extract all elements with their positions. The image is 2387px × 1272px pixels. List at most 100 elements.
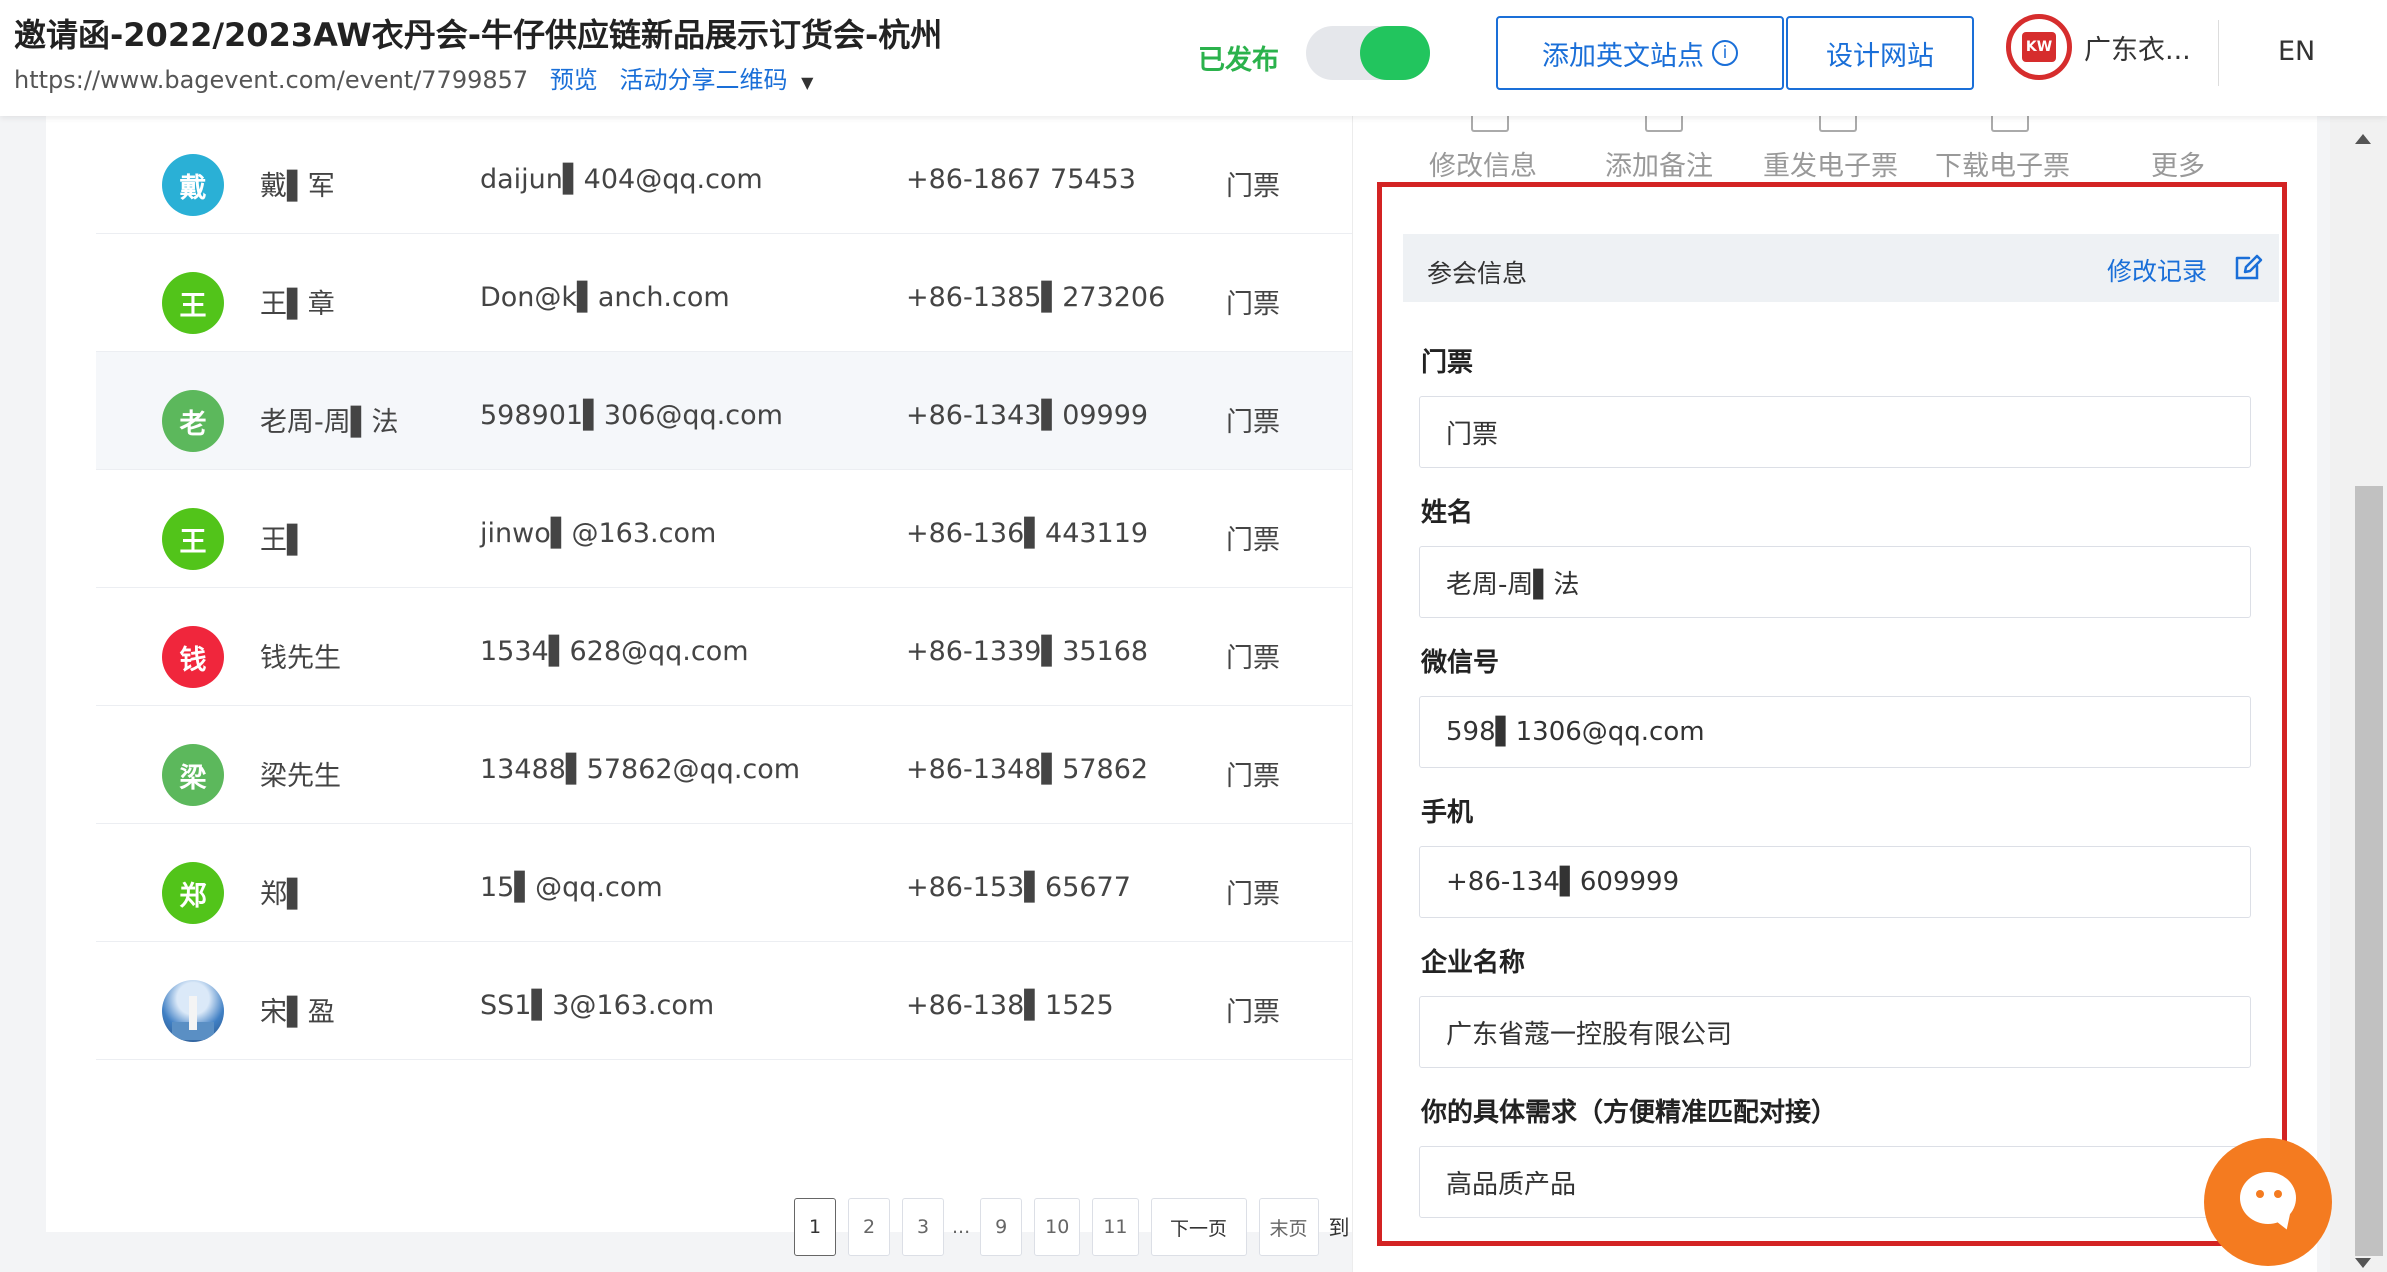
table-row[interactable]: 钱 钱先生 1534▌628@qq.com +86-1339▌35168 门票	[96, 588, 1352, 706]
share-qr-link[interactable]: 活动分享二维码	[619, 66, 787, 94]
preview-link[interactable]: 预览	[550, 66, 598, 94]
attendee-name: 王▌	[260, 525, 308, 556]
pagination-ellipsis: ...	[952, 1216, 971, 1238]
attendee-list: 戴 戴▌军 daijun▌404@qq.com +86-1867 75453 门…	[46, 116, 1352, 1256]
attendee-info-header: 参会信息 修改记录	[1403, 234, 2279, 302]
page-2-button[interactable]: 2	[848, 1198, 890, 1256]
table-row[interactable]: 梁 梁先生 13488▌57862@qq.com +86-1348▌57862 …	[96, 706, 1352, 824]
attendee-ticket: 门票	[1226, 643, 1280, 674]
attendee-phone: +86-1867 75453	[906, 164, 1136, 195]
attendee-ticket: 门票	[1226, 525, 1280, 556]
avatar: 梁	[162, 744, 224, 806]
download-ticket-action[interactable]: 下载电子票	[1935, 144, 2070, 183]
wechat-field[interactable]: 598▌1306@qq.com	[1419, 696, 2251, 768]
avatar: 钱	[162, 626, 224, 688]
scrollbar-thumb[interactable]	[2355, 486, 2383, 1256]
avatar: 戴	[162, 154, 224, 216]
header-divider	[2218, 20, 2219, 86]
attendee-email: daijun▌404@qq.com	[480, 164, 763, 195]
edit-icon[interactable]	[2233, 252, 2263, 282]
name-field[interactable]: 老周-周▌法	[1419, 546, 2251, 618]
attendee-name: 梁先生	[260, 761, 341, 792]
table-row[interactable]: 戴 戴▌军 daijun▌404@qq.com +86-1867 75453 门…	[96, 116, 1352, 234]
chat-icon[interactable]	[2204, 1138, 2332, 1266]
attendee-ticket: 门票	[1226, 171, 1280, 202]
attendee-name: 钱先生	[260, 643, 341, 674]
event-url[interactable]: https://www.bagevent.com/event/7799857	[14, 66, 528, 94]
attendee-detail-panel: 修改信息 添加备注 重发电子票 下载电子票 更多 参会信息 修改记录 门票 门票…	[1352, 112, 2317, 1272]
page-9-button[interactable]: 9	[980, 1198, 1023, 1256]
table-row[interactable]: 郑 郑▌ 15▌@qq.com +86-153▌65677 门票	[96, 824, 1352, 942]
requirement-field[interactable]: 高品质产品	[1419, 1146, 2251, 1218]
attendee-phone: +86-1385▌273206	[906, 282, 1166, 313]
page-1-button[interactable]: 1	[794, 1198, 836, 1256]
more-action[interactable]: 更多	[2151, 144, 2205, 183]
edit-info-action[interactable]: 修改信息	[1429, 144, 1537, 183]
attendee-email: SS1▌3@163.com	[480, 990, 715, 1021]
add-english-site-label: 添加英文站点	[1542, 40, 1704, 72]
org-logo: KW	[2006, 14, 2072, 80]
page-scrollbar[interactable]	[2330, 116, 2387, 1272]
attendee-ticket: 门票	[1226, 761, 1280, 792]
company-field[interactable]: 广东省蔻一控股有限公司	[1419, 996, 2251, 1068]
attendee-name: 王▌章	[260, 289, 335, 320]
attendee-phone: +86-136▌443119	[906, 518, 1149, 549]
goto-page-label: 到	[1328, 1216, 1350, 1240]
add-english-site-button[interactable]: 添加英文站点 i	[1496, 16, 1784, 90]
table-row[interactable]: 王 王▌ jinwo▌@163.com +86-136▌443119 门票	[96, 470, 1352, 588]
caret-down-icon[interactable]: ▼	[801, 73, 813, 92]
avatar: 王	[162, 508, 224, 570]
pagination: 1 2 3 ... 9 10 11 下一页 末页 到	[794, 1198, 1350, 1256]
resend-ticket-action[interactable]: 重发电子票	[1763, 144, 1898, 183]
design-site-button[interactable]: 设计网站	[1786, 16, 1974, 90]
field-label-phone: 手机	[1421, 798, 1474, 828]
org-name: 广东衣...	[2084, 34, 2191, 66]
table-row[interactable]: 王 王▌章 Don@k▌anch.com +86-1385▌273206 门票	[96, 234, 1352, 352]
table-row-selected[interactable]: 老 老周-周▌法 598901▌306@qq.com +86-1343▌0999…	[96, 352, 1352, 470]
event-title: 邀请函-2022/2023AW衣丹会-牛仔供应链新品展示订货会-杭州	[14, 16, 943, 54]
attendee-ticket: 门票	[1226, 289, 1280, 320]
attendee-phone: +86-1348▌57862	[906, 754, 1149, 785]
field-label-requirement: 你的具体需求（方便精准匹配对接）	[1421, 1098, 1838, 1128]
attendee-ticket: 门票	[1226, 879, 1280, 910]
attendee-email: 15▌@qq.com	[480, 872, 663, 903]
attendee-name: 老周-周▌法	[260, 407, 399, 438]
attendee-email: 1534▌628@qq.com	[480, 636, 749, 667]
attendee-phone: +86-153▌65677	[906, 872, 1131, 903]
info-icon[interactable]: i	[1712, 40, 1738, 66]
field-label-name: 姓名	[1421, 498, 1474, 528]
event-subline: https://www.bagevent.com/event/7799857 预…	[14, 60, 813, 95]
scroll-up-icon[interactable]	[2355, 134, 2371, 144]
next-page-button[interactable]: 下一页	[1150, 1198, 1247, 1256]
attendee-email: jinwo▌@163.com	[480, 518, 717, 549]
edit-history-link[interactable]: 修改记录	[2107, 252, 2207, 288]
field-label-company: 企业名称	[1421, 948, 1526, 978]
avatar: 老	[162, 390, 224, 452]
attendee-name: 宋▌盈	[260, 997, 335, 1028]
field-label-ticket: 门票	[1421, 348, 1474, 378]
avatar: 王	[162, 272, 224, 334]
page-10-button[interactable]: 10	[1034, 1198, 1081, 1256]
attendee-name: 郑▌	[260, 879, 308, 910]
scroll-down-icon[interactable]	[2355, 1258, 2371, 1268]
published-status: 已发布	[1198, 45, 1279, 76]
last-page-button[interactable]: 末页	[1258, 1198, 1319, 1256]
page-3-button[interactable]: 3	[902, 1198, 944, 1256]
attendee-email: 13488▌57862@qq.com	[480, 754, 801, 785]
ticket-field[interactable]: 门票	[1419, 396, 2251, 468]
table-row[interactable]: 宋▌盈 SS1▌3@163.com +86-138▌1525 门票	[96, 942, 1352, 1060]
detail-actions: 修改信息 添加备注 重发电子票 下载电子票 更多	[1353, 112, 2317, 186]
phone-field[interactable]: +86-134▌609999	[1419, 846, 2251, 918]
top-header: 邀请函-2022/2023AW衣丹会-牛仔供应链新品展示订货会-杭州 https…	[0, 0, 2387, 116]
section-title: 参会信息	[1427, 259, 1528, 288]
attendee-email: Don@k▌anch.com	[480, 282, 730, 313]
language-switch[interactable]: EN	[2278, 36, 2315, 67]
add-note-action[interactable]: 添加备注	[1605, 144, 1713, 183]
attendee-email: 598901▌306@qq.com	[480, 400, 783, 431]
org-switcher[interactable]: KW 广东衣...	[2006, 14, 2191, 80]
attendee-phone: +86-138▌1525	[906, 990, 1114, 1021]
publish-toggle[interactable]	[1306, 26, 1430, 80]
page-11-button[interactable]: 11	[1092, 1198, 1139, 1256]
attendee-name: 戴▌军	[260, 171, 335, 202]
attendee-ticket: 门票	[1226, 997, 1280, 1028]
